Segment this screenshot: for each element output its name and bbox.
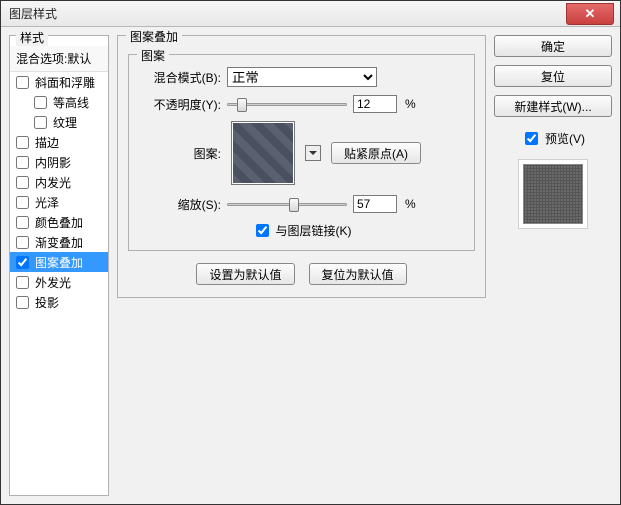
- style-item-checkbox[interactable]: [16, 296, 29, 309]
- pattern-thumbnail[interactable]: [231, 121, 295, 185]
- style-item-label: 光泽: [35, 194, 59, 211]
- styles-list: 混合选项:默认 斜面和浮雕等高线纹理描边内阴影内发光光泽颜色叠加渐变叠加图案叠加…: [10, 46, 108, 312]
- style-item-11[interactable]: 投影: [10, 292, 108, 312]
- styles-panel: 样式 混合选项:默认 斜面和浮雕等高线纹理描边内阴影内发光光泽颜色叠加渐变叠加图…: [9, 35, 109, 496]
- percent-label: %: [405, 97, 416, 111]
- percent-label: %: [405, 197, 416, 211]
- dialog-body: 样式 混合选项:默认 斜面和浮雕等高线纹理描边内阴影内发光光泽颜色叠加渐变叠加图…: [1, 27, 620, 504]
- default-buttons-row: 设置为默认值 复位为默认值: [128, 263, 475, 285]
- preview-checkbox[interactable]: [525, 132, 538, 145]
- slider-thumb-icon[interactable]: [289, 198, 299, 212]
- opacity-row: 不透明度(Y): %: [141, 95, 462, 113]
- right-column: 确定 复位 新建样式(W)... 预览(V): [494, 35, 612, 496]
- style-item-label: 渐变叠加: [35, 234, 83, 251]
- style-item-label: 图案叠加: [35, 254, 83, 271]
- style-item-label: 内阴影: [35, 154, 71, 171]
- style-item-checkbox[interactable]: [16, 156, 29, 169]
- reset-button[interactable]: 复位: [494, 65, 612, 87]
- group-title: 图案叠加: [126, 28, 182, 45]
- set-default-button[interactable]: 设置为默认值: [196, 263, 294, 285]
- close-button[interactable]: ✕: [566, 3, 614, 25]
- close-icon: ✕: [585, 6, 596, 22]
- blend-mode-row: 混合模式(B): 正常: [141, 67, 462, 87]
- style-item-3[interactable]: 描边: [10, 132, 108, 152]
- snap-origin-button[interactable]: 贴紧原点(A): [331, 142, 421, 164]
- scale-slider[interactable]: [227, 197, 347, 211]
- pattern-dropdown-button[interactable]: [305, 145, 321, 161]
- style-item-label: 颜色叠加: [35, 214, 83, 231]
- style-item-8[interactable]: 渐变叠加: [10, 232, 108, 252]
- style-item-checkbox[interactable]: [16, 256, 29, 269]
- scale-label: 缩放(S):: [141, 196, 221, 213]
- style-item-label: 内发光: [35, 174, 71, 191]
- style-item-1[interactable]: 等高线: [10, 92, 108, 112]
- pattern-row: 图案: 贴紧原点(A): [141, 121, 462, 185]
- style-item-checkbox[interactable]: [16, 276, 29, 289]
- slider-thumb-icon[interactable]: [237, 98, 247, 112]
- scale-row: 缩放(S): %: [141, 195, 462, 213]
- style-item-5[interactable]: 内发光: [10, 172, 108, 192]
- blend-mode-select[interactable]: 正常: [227, 67, 377, 87]
- opacity-input[interactable]: [353, 95, 397, 113]
- link-layer-checkbox[interactable]: [256, 224, 269, 237]
- style-item-7[interactable]: 颜色叠加: [10, 212, 108, 232]
- inner-group-title: 图案: [137, 47, 169, 64]
- style-item-4[interactable]: 内阴影: [10, 152, 108, 172]
- titlebar: 图层样式 ✕: [1, 1, 620, 27]
- options-panel: 图案叠加 图案 混合模式(B): 正常 不透明度(Y):: [117, 35, 486, 496]
- opacity-label: 不透明度(Y):: [141, 96, 221, 113]
- scale-input[interactable]: [353, 195, 397, 213]
- style-item-checkbox[interactable]: [34, 96, 47, 109]
- opacity-slider[interactable]: [227, 97, 347, 111]
- style-item-checkbox[interactable]: [34, 116, 47, 129]
- style-item-checkbox[interactable]: [16, 76, 29, 89]
- style-item-0[interactable]: 斜面和浮雕: [10, 72, 108, 92]
- style-item-2[interactable]: 纹理: [10, 112, 108, 132]
- style-item-label: 描边: [35, 134, 59, 151]
- styles-list-header[interactable]: 混合选项:默认: [10, 46, 108, 72]
- style-item-label: 外发光: [35, 274, 71, 291]
- style-item-checkbox[interactable]: [16, 136, 29, 149]
- styles-panel-title: 样式: [16, 29, 48, 46]
- style-item-label: 投影: [35, 294, 59, 311]
- style-item-label: 等高线: [53, 94, 89, 111]
- style-item-checkbox[interactable]: [16, 176, 29, 189]
- style-item-checkbox[interactable]: [16, 196, 29, 209]
- pattern-group: 图案 混合模式(B): 正常 不透明度(Y):: [128, 54, 475, 251]
- style-item-10[interactable]: 外发光: [10, 272, 108, 292]
- blend-mode-label: 混合模式(B):: [141, 69, 221, 86]
- style-item-6[interactable]: 光泽: [10, 192, 108, 212]
- style-item-checkbox[interactable]: [16, 216, 29, 229]
- style-item-label: 斜面和浮雕: [35, 74, 95, 91]
- preview-label[interactable]: 预览(V): [545, 130, 585, 147]
- layer-style-dialog: 图层样式 ✕ 样式 混合选项:默认 斜面和浮雕等高线纹理描边内阴影内发光光泽颜色…: [0, 0, 621, 505]
- pattern-label: 图案:: [141, 145, 221, 162]
- ok-button[interactable]: 确定: [494, 35, 612, 57]
- style-item-checkbox[interactable]: [16, 236, 29, 249]
- preview-thumbnail: [523, 164, 583, 224]
- pattern-overlay-group: 图案叠加 图案 混合模式(B): 正常 不透明度(Y):: [117, 35, 486, 298]
- link-layer-row: 与图层链接(K): [141, 221, 462, 240]
- new-style-button[interactable]: 新建样式(W)...: [494, 95, 612, 117]
- preview-row: 预览(V): [494, 129, 612, 148]
- reset-default-button[interactable]: 复位为默认值: [309, 263, 407, 285]
- link-layer-label[interactable]: 与图层链接(K): [276, 222, 352, 239]
- style-item-label: 纹理: [53, 114, 77, 131]
- style-item-9[interactable]: 图案叠加: [10, 252, 108, 272]
- window-title: 图层样式: [9, 5, 57, 22]
